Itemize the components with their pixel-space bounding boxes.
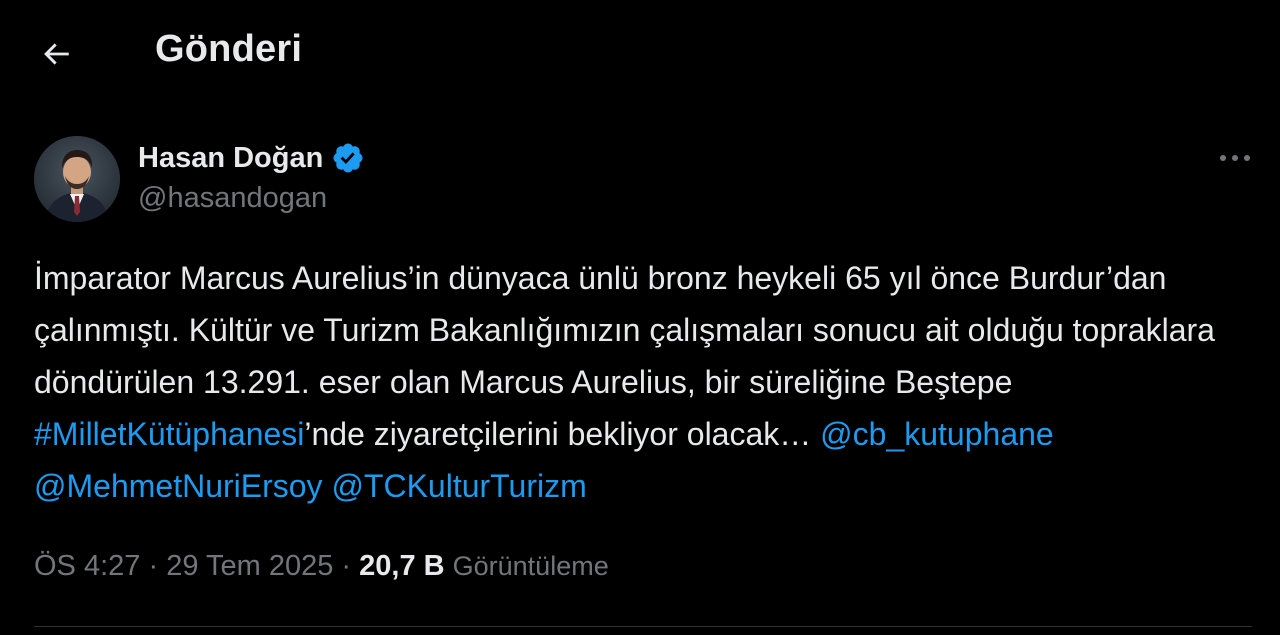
meta-separator: ·: [333, 550, 360, 582]
mention-link[interactable]: @cb_kutuphane: [820, 416, 1054, 452]
author-name[interactable]: Hasan Doğan: [138, 142, 323, 175]
mention-link[interactable]: @TCKulturTurizm: [331, 468, 586, 504]
tweet-time[interactable]: ÖS 4:27: [34, 550, 140, 582]
hashtag-link[interactable]: #MilletKütüphanesi: [34, 416, 304, 452]
more-options-button[interactable]: [1210, 140, 1260, 176]
avatar[interactable]: [34, 136, 120, 222]
meta-separator: ·: [140, 550, 167, 582]
divider: [34, 626, 1252, 627]
tweet-text-segment: ’nde ziyaretçilerini bekliyor olacak…: [304, 416, 821, 452]
tweet-text: İmparator Marcus Aurelius’in dünyaca ünl…: [34, 252, 1259, 512]
page-title: Gönderi: [155, 28, 303, 70]
tweet-text-segment: İmparator Marcus Aurelius’in dünyaca ünl…: [34, 260, 1215, 400]
views-count: 20,7 B: [359, 550, 445, 582]
mention-link[interactable]: @MehmetNuriErsoy: [34, 468, 323, 504]
views-label: Görüntüleme: [452, 551, 609, 581]
author-handle[interactable]: @hasandogan: [138, 182, 327, 215]
author-row: Hasan Doğan: [138, 138, 365, 178]
back-button[interactable]: [32, 30, 80, 78]
profile-photo: [34, 136, 120, 222]
page-header: Gönderi: [0, 0, 1280, 108]
verified-badge-icon[interactable]: [331, 141, 365, 175]
more-horizontal-icon: [1220, 155, 1250, 161]
arrow-left-icon: [44, 43, 69, 65]
tweet-meta: ÖS 4:27 · 29 Tem 2025 · 20,7 B Görüntüle…: [34, 550, 609, 583]
tweet-date[interactable]: 29 Tem 2025: [166, 550, 333, 582]
